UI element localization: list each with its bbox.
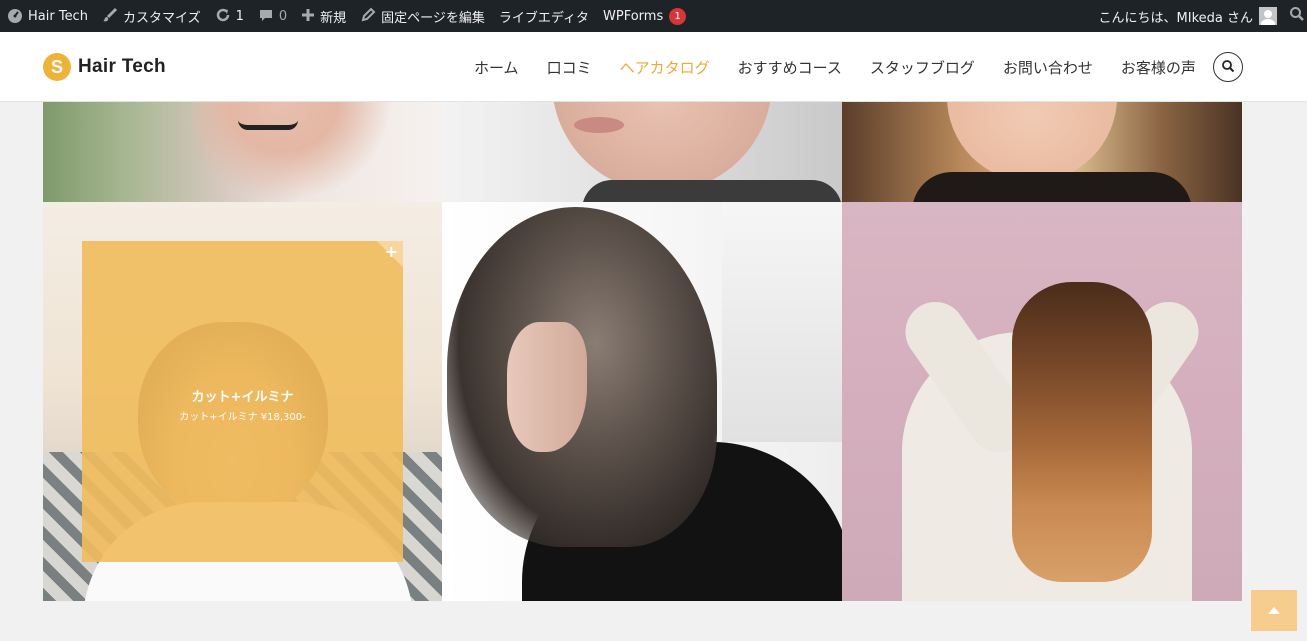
photo-detail bbox=[574, 117, 624, 133]
updates-icon bbox=[215, 7, 231, 26]
dashboard-icon bbox=[7, 7, 23, 26]
nav-item-home[interactable]: ホーム bbox=[474, 57, 519, 78]
wpforms-badge: 1 bbox=[669, 7, 687, 25]
gallery-item[interactable] bbox=[842, 202, 1242, 601]
admin-bar-customize[interactable]: カスタマイズ bbox=[95, 0, 208, 32]
search-icon bbox=[1289, 6, 1305, 26]
admin-bar-new[interactable]: 新規 bbox=[294, 0, 353, 32]
search-icon bbox=[1221, 58, 1235, 77]
nav-item-contact[interactable]: お問い合わせ bbox=[1003, 57, 1093, 78]
photo-detail bbox=[238, 120, 298, 130]
admin-bar-search[interactable] bbox=[1281, 0, 1307, 32]
site-logo[interactable]: S Hair Tech bbox=[43, 53, 166, 81]
new-label: 新規 bbox=[320, 10, 347, 26]
gallery-item[interactable] bbox=[842, 102, 1242, 202]
brush-icon bbox=[102, 7, 118, 26]
admin-bar-site-link[interactable]: Hair Tech bbox=[0, 0, 95, 32]
nav-item-recommended-courses[interactable]: おすすめコース bbox=[738, 57, 842, 78]
gallery-item-hovered[interactable]: + カット+イルミナ カット+イルミナ ¥18,300- bbox=[43, 202, 442, 601]
chevron-up-icon bbox=[1266, 601, 1282, 620]
logo-text: Hair Tech bbox=[78, 56, 166, 77]
gallery-item[interactable] bbox=[43, 102, 442, 202]
avatar bbox=[1259, 7, 1277, 25]
site-name: Hair Tech bbox=[28, 8, 88, 24]
photo-detail bbox=[582, 180, 842, 202]
admin-bar-comments[interactable]: 0 bbox=[251, 0, 294, 32]
comments-count: 0 bbox=[278, 8, 288, 24]
gallery-item-subtitle: カット+イルミナ ¥18,300- bbox=[179, 412, 306, 423]
back-to-top-button[interactable] bbox=[1251, 590, 1297, 631]
admin-bar-edit-page[interactable]: 固定ページを編集 bbox=[353, 0, 492, 32]
plus-icon bbox=[301, 8, 315, 25]
photo-detail bbox=[722, 202, 842, 442]
search-button[interactable] bbox=[1213, 52, 1243, 82]
site-header: S Hair Tech ホーム 口コミ ヘアカタログ おすすめコース スタッフブ… bbox=[0, 32, 1307, 102]
admin-bar-updates[interactable]: 1 bbox=[208, 0, 251, 32]
photo-detail bbox=[947, 102, 1117, 182]
photo-detail bbox=[912, 172, 1192, 202]
gallery-hover-overlay[interactable]: + カット+イルミナ カット+イルミナ ¥18,300- bbox=[82, 241, 403, 562]
photo-detail bbox=[552, 102, 772, 192]
admin-bar-wpforms[interactable]: WPForms 1 bbox=[596, 0, 693, 32]
photo-detail bbox=[193, 102, 393, 202]
gallery-item-title: カット+イルミナ bbox=[191, 390, 294, 405]
nav-item-reviews[interactable]: 口コミ bbox=[547, 57, 592, 78]
admin-bar-live-editor[interactable]: ライブエディタ bbox=[492, 0, 596, 32]
wpforms-label: WPForms bbox=[603, 8, 664, 24]
live-editor-label: ライブエディタ bbox=[498, 10, 589, 26]
photo-detail bbox=[1012, 282, 1152, 582]
pencil-icon bbox=[360, 7, 376, 26]
photo-detail bbox=[507, 322, 587, 452]
expand-plus-icon[interactable]: + bbox=[377, 241, 403, 267]
main-nav: ホーム 口コミ ヘアカタログ おすすめコース スタッフブログ お問い合わせ お客… bbox=[460, 32, 1210, 102]
nav-item-hair-catalog[interactable]: ヘアカタログ bbox=[620, 57, 710, 78]
comment-icon bbox=[258, 7, 274, 26]
logo-mark-icon: S bbox=[43, 53, 71, 81]
nav-item-customer-voice[interactable]: お客様の声 bbox=[1121, 57, 1196, 78]
gallery-item[interactable] bbox=[442, 202, 842, 601]
admin-bar-account[interactable]: こんにちは、MIkeda さん bbox=[1092, 0, 1281, 32]
nav-item-staff-blog[interactable]: スタッフブログ bbox=[870, 57, 975, 78]
customize-label: カスタマイズ bbox=[122, 10, 201, 26]
edit-page-label: 固定ページを編集 bbox=[381, 10, 485, 26]
admin-bar: Hair Tech カスタマイズ 1 0 新規 固定ページを編集 ライブエディタ… bbox=[0, 0, 1307, 32]
greeting-text: こんにちは、MIkeda さん bbox=[1098, 10, 1253, 26]
gallery-item[interactable] bbox=[442, 102, 842, 202]
updates-count: 1 bbox=[235, 8, 244, 24]
